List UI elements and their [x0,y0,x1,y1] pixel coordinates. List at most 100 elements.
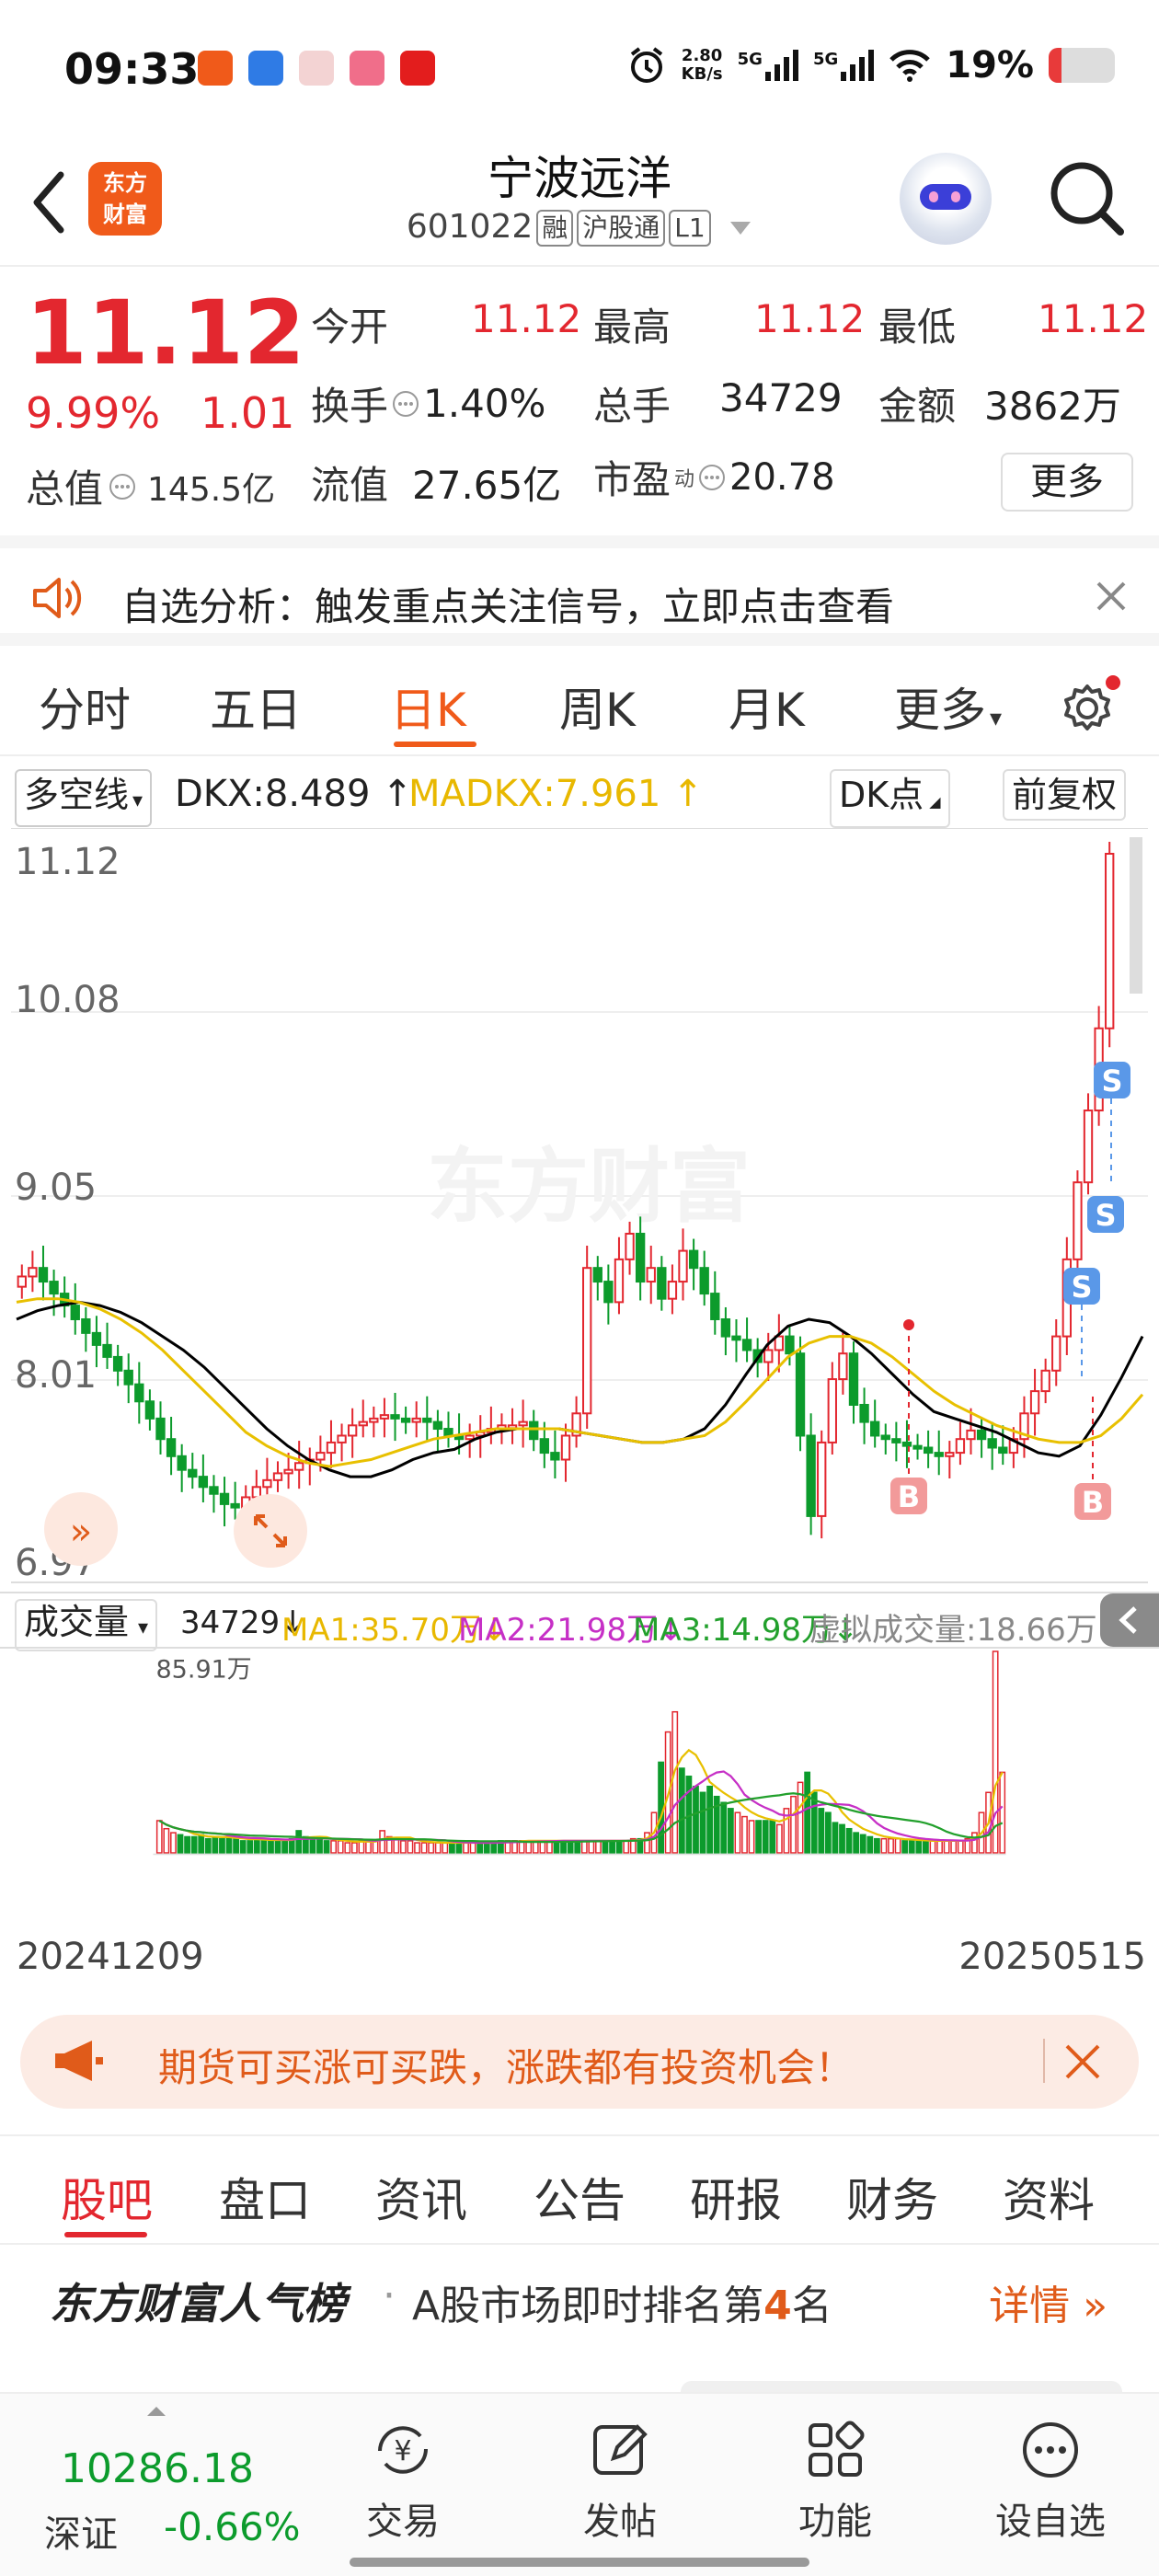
status-right: 2.80 KB/s 5G 5G 19% [626,44,1115,86]
info-dots-icon[interactable] [109,473,136,500]
dk-point-toggle[interactable]: DK点 ◢ [830,769,950,828]
volume-bar [727,1808,734,1854]
nav-add-watchlist[interactable]: 设自选 [977,2418,1124,2545]
app-notif-icon [299,51,334,86]
tab-monthly-k[interactable]: 月K [729,673,805,740]
svg-text:S: S [1095,1198,1116,1233]
collapse-panel-button[interactable] [1100,1593,1159,1647]
index-name[interactable]: 深证 [44,2504,118,2558]
volume-bar [281,1840,289,1854]
battery-icon [1049,48,1115,83]
tab-five-day[interactable]: 五日 [210,673,302,740]
search-icon[interactable] [1045,156,1128,239]
futures-ad-banner[interactable]: 期货可买涨可买跌，涨跌都有投资机会！ [20,2015,1139,2109]
buy-marker[interactable]: B [890,1478,927,1514]
volume-bar [971,1832,978,1854]
analysis-notice[interactable]: 自选分析：触发重点关注信号，立即点击查看 [0,535,1159,646]
turnover: 换手 1.40% [311,381,546,429]
tab-announcements[interactable]: 公告 [534,2164,625,2230]
popularity-rank[interactable]: 东方财富人气榜 · A股市场即时排名第4名 详情 » [0,2245,1159,2355]
candle [817,1441,827,1517]
index-value[interactable]: 10286.18 [61,2445,254,2492]
close-icon[interactable] [1093,578,1130,615]
indicator-bar: 多空线 ▾ DKX:8.489 ↑ MADKX:7.961 ↑ DK点 ◢ 前复权 [0,760,1159,828]
candle [17,1275,27,1288]
candle [998,1446,1008,1455]
sell-marker[interactable]: S [1094,1062,1130,1098]
candle [1040,1369,1050,1393]
open-label: 今开 [311,305,389,350]
volume-bar [658,1761,664,1854]
candle [134,1383,144,1403]
candlestick-chart[interactable]: 东方财富 11.12 10.08 9.05 8.01 6.97 S S S B … [11,828,1148,1592]
chart-scrollbar[interactable] [1130,837,1142,994]
tab-forum[interactable]: 股吧 [61,2164,153,2230]
low-value: 11.12 [1038,296,1149,341]
volume-bar [775,1823,783,1854]
index-change[interactable]: -0.66% [164,2504,301,2549]
indicator-selector[interactable]: 多空线 ▾ [15,769,153,827]
candle [411,1417,421,1423]
total-market-value: 总值 145.5亿 [26,466,276,512]
tab-financials[interactable]: 财务 [846,2164,938,2230]
buy-marker[interactable]: B [1074,1483,1111,1520]
candle [667,1281,678,1300]
tab-news[interactable]: 资讯 [375,2164,467,2230]
tab-daily-k[interactable]: 日K [390,673,466,740]
candle [529,1420,539,1441]
candle [848,1352,859,1406]
info-dots-icon[interactable] [392,390,419,418]
volume-bar [769,1820,776,1854]
signal-icon [764,50,798,81]
candle [230,1502,240,1509]
volume-chart[interactable]: 85.91万 [11,1649,1148,1925]
volume-bar [350,1842,358,1854]
volume-bar [602,1840,609,1854]
tab-research[interactable]: 研报 [690,2164,782,2230]
volume-bar [337,1840,344,1854]
app-notif-icon [198,51,233,86]
sell-marker[interactable]: S [1087,1196,1124,1233]
rank-detail-link[interactable]: 详情 » [989,2272,1107,2331]
volume-bar [908,1840,915,1854]
candle [987,1438,997,1449]
candle [870,1420,880,1437]
info-dots-icon[interactable] [698,464,726,491]
more-quote-button[interactable]: 更多 [1001,453,1133,512]
volume-bar [330,1840,338,1854]
tab-order-book[interactable]: 盘口 [219,2164,311,2230]
fullscreen-button[interactable] [234,1494,307,1568]
candle [539,1438,549,1455]
price-adjust-button[interactable]: 前复权 [1003,769,1127,821]
settings-gear-icon[interactable] [1058,673,1122,738]
candle [731,1335,741,1341]
date-start: 20241209 [17,1936,204,1978]
candle [294,1462,304,1471]
assistant-robot-icon[interactable] [900,153,992,245]
sell-marker[interactable]: S [1063,1268,1100,1305]
status-time: 09:33 [64,44,200,94]
low-label: 最低 [878,305,957,350]
volume-bar [344,1842,351,1854]
tab-intraday[interactable]: 分时 [39,673,131,740]
volume-bar [595,1840,602,1854]
chevron-left-icon [1119,1606,1137,1634]
volume-bar [588,1840,595,1854]
expand-left-button[interactable]: » [44,1492,118,1566]
candle [657,1267,667,1300]
candle [369,1417,379,1423]
volume-bar [260,1837,268,1854]
volume-label: 总手 [593,384,671,429]
volume-selector[interactable]: 成交量 ▾ [15,1599,158,1651]
nav-post[interactable]: 发帖 [546,2418,694,2545]
trade-icon: ¥ [378,2426,428,2474]
nav-functions[interactable]: 功能 [762,2418,909,2545]
close-ad-icon[interactable] [1061,2041,1104,2083]
tab-weekly-k[interactable]: 周K [559,673,636,740]
tag-connect: 沪股通 [577,210,666,247]
tab-profile[interactable]: 资料 [1003,2164,1095,2230]
candle [251,1486,261,1499]
volume-bar [442,1842,449,1854]
nav-trade[interactable]: ¥ 交易 [329,2418,476,2545]
tab-more[interactable]: 更多 ▾ [894,673,1002,740]
